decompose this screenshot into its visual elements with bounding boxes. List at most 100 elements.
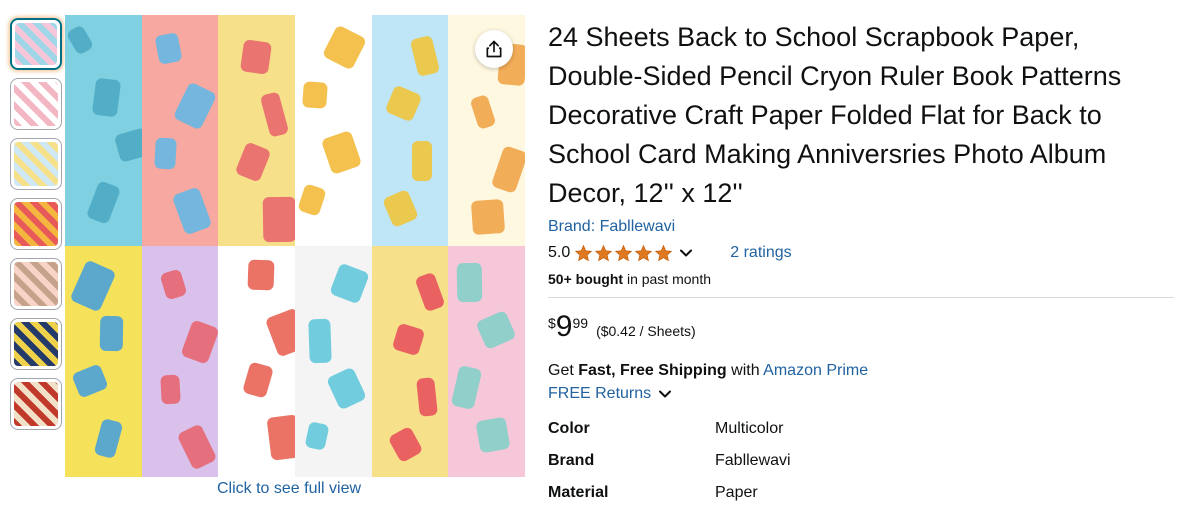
thumbnail-6[interactable]	[10, 318, 62, 370]
star-icon	[595, 244, 613, 261]
unit-price: ($0.42 / Sheets)	[596, 323, 696, 339]
pattern-motif	[302, 81, 328, 109]
star-icon	[655, 244, 673, 261]
pattern-motif	[65, 24, 95, 56]
pattern-motif	[180, 319, 219, 365]
pattern-motif	[71, 363, 109, 399]
rating-row: 5.0 2 ratings	[548, 241, 1178, 265]
amazon-prime-link[interactable]: Amazon Prime	[763, 362, 868, 379]
pattern-motif	[91, 77, 122, 118]
pattern-motif	[172, 81, 217, 131]
pattern-motif	[171, 186, 212, 236]
divider	[548, 297, 1174, 298]
thumbnail-image	[14, 202, 58, 246]
pattern-motif	[93, 417, 124, 460]
pattern-motif	[325, 366, 368, 411]
bought-count: 50+ bought	[548, 271, 624, 287]
pattern-motif	[176, 423, 218, 471]
spec-row-color: Color Multicolor	[548, 413, 1178, 445]
pattern-tile	[294, 15, 372, 246]
image-pattern-grid	[65, 15, 525, 477]
pattern-motif	[69, 259, 117, 313]
spec-value: Fabllewavi	[715, 452, 791, 469]
rating-value: 5.0	[548, 244, 571, 261]
free-returns-label: FREE Returns	[548, 385, 652, 402]
chevron-down-icon[interactable]	[678, 245, 694, 261]
pattern-motif	[260, 91, 290, 138]
chevron-down-icon	[659, 390, 672, 398]
star-icon	[575, 244, 593, 261]
pattern-motif	[297, 183, 327, 217]
pattern-motif	[387, 425, 424, 464]
brand-link[interactable]: Brand: Fabllewavi	[548, 218, 1178, 236]
pattern-tile	[141, 246, 219, 477]
pattern-tile	[218, 246, 295, 477]
thumbnail-2[interactable]	[10, 78, 62, 130]
pattern-motif	[262, 196, 295, 243]
thumbnail-list	[10, 18, 62, 438]
shipping-mid: with	[726, 362, 764, 379]
thumbnail-3[interactable]	[10, 138, 62, 190]
pattern-motif	[304, 421, 330, 451]
pattern-motif	[414, 271, 446, 313]
spec-key: Material	[548, 484, 609, 501]
product-title: 24 Sheets Back to School Scrapbook Paper…	[548, 22, 1122, 208]
thumbnail-image	[15, 23, 57, 65]
thumbnail-5[interactable]	[10, 258, 62, 310]
price-whole: 9	[555, 310, 573, 343]
pattern-motif	[391, 322, 426, 357]
star-icon	[615, 244, 633, 261]
free-returns-dropdown[interactable]: FREE Returns	[548, 385, 1178, 403]
pattern-motif	[475, 416, 511, 454]
pattern-motif	[329, 262, 370, 305]
thumbnail-image	[14, 82, 58, 126]
pattern-motif	[411, 141, 432, 181]
pattern-motif	[475, 309, 518, 351]
pattern-tile	[218, 15, 295, 246]
pattern-motif	[381, 188, 419, 229]
thumbnail-image	[14, 142, 58, 186]
main-product-image[interactable]	[65, 15, 525, 477]
thumbnail-4[interactable]	[10, 198, 62, 250]
pattern-motif	[154, 32, 183, 65]
pattern-motif	[320, 129, 363, 176]
shipping-prefix: Get	[548, 362, 579, 379]
share-button[interactable]	[475, 30, 513, 68]
pattern-motif	[471, 198, 506, 236]
pattern-motif	[491, 145, 525, 194]
star-rating[interactable]	[574, 244, 674, 263]
pattern-motif	[242, 361, 275, 399]
pattern-tile	[294, 246, 372, 477]
star-icon	[635, 244, 653, 261]
price-symbol: $	[548, 315, 556, 331]
shipping-bold: Fast, Free Shipping	[578, 362, 727, 379]
see-full-view-link[interactable]: Click to see full view	[217, 480, 361, 498]
pattern-motif	[451, 364, 483, 411]
spec-key: Brand	[548, 452, 595, 469]
shipping-info: Get Fast, Free Shipping with Amazon Prim…	[548, 362, 1178, 380]
pattern-tile	[371, 246, 449, 477]
spec-row-brand: Brand Fabllewavi	[548, 445, 1178, 477]
pattern-tile	[65, 246, 142, 477]
pattern-motif	[240, 39, 273, 75]
pattern-motif	[265, 307, 295, 358]
pattern-tile	[141, 15, 219, 246]
ratings-count-link[interactable]: 2 ratings	[730, 244, 791, 262]
bought-in-past-month: 50+ bought in past month	[548, 271, 1178, 287]
spec-row-material: Material Paper	[548, 477, 1178, 509]
pattern-motif	[415, 377, 438, 417]
spec-value: Multicolor	[715, 420, 784, 437]
pattern-tile	[448, 246, 525, 477]
pattern-motif	[308, 318, 332, 364]
thumbnail-image	[14, 262, 58, 306]
thumbnail-1[interactable]	[10, 18, 62, 70]
product-details: 24 Sheets Back to School Scrapbook Paper…	[548, 18, 1178, 509]
product-specs: Color Multicolor Brand Fabllewavi Materi…	[548, 413, 1178, 509]
pattern-motif	[266, 414, 295, 461]
spec-value: Paper	[715, 484, 758, 501]
pattern-motif	[409, 34, 440, 78]
pattern-motif	[159, 374, 181, 405]
pattern-motif	[234, 141, 272, 183]
thumbnail-7[interactable]	[10, 378, 62, 430]
bought-period: in past month	[623, 271, 711, 287]
